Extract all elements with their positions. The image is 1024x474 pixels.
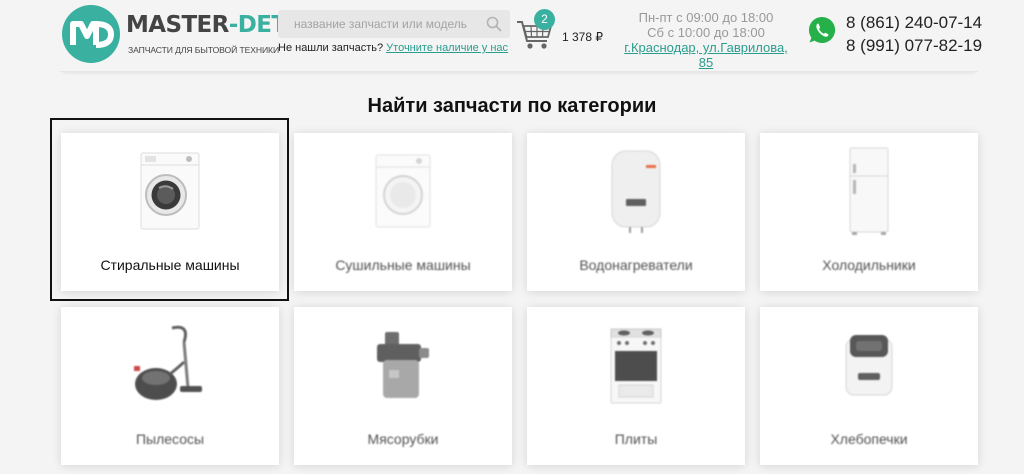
check-availability-link[interactable]: Уточните наличие у нас — [386, 42, 508, 54]
category-label: Холодильники — [822, 257, 916, 273]
cart-count-badge: 2 — [534, 9, 555, 30]
category-card-refrigerators[interactable]: Холодильники — [760, 133, 978, 291]
category-card-meat-grinders[interactable]: Мясорубки — [294, 307, 512, 465]
search-input[interactable] — [278, 10, 478, 38]
bread-maker-icon — [760, 307, 978, 423]
category-label: Мясорубки — [367, 431, 439, 447]
phone-2[interactable]: 8 (991) 077-82-19 — [846, 34, 982, 57]
logo[interactable]: MASTER-DETAL ЗАПЧАСТИ ДЛЯ БЫТОВОЙ ТЕХНИК… — [62, 5, 316, 63]
category-label: Сушильные машины — [335, 257, 471, 273]
address-link[interactable]: г.Краснодар, ул.Гаврилова, 85 — [616, 40, 796, 70]
whatsapp-icon[interactable] — [807, 15, 837, 45]
search-box — [278, 10, 510, 38]
category-label: Хлебопечки — [830, 431, 908, 447]
not-found-text: Не нашли запчасть? — [278, 42, 384, 54]
dryer-icon — [294, 133, 512, 249]
category-card-stoves[interactable]: Плиты — [527, 307, 745, 465]
hours-weekdays: Пн-пт с 09:00 до 18:00 — [638, 10, 774, 25]
hours-saturday: Сб с 10:00 до 18:00 — [647, 25, 765, 40]
cart-button[interactable]: 2 — [516, 9, 556, 52]
washing-machine-icon — [61, 133, 279, 249]
search-icon[interactable] — [486, 16, 502, 32]
page-title: Найти запчасти по категории — [367, 95, 657, 117]
phone-numbers: 8 (861) 240-07-14 8 (991) 077-82-19 — [846, 11, 982, 57]
water-heater-icon — [527, 133, 745, 249]
logo-subtitle: ЗАПЧАСТИ ДЛЯ БЫТОВОЙ ТЕХНИКИ — [128, 45, 280, 55]
meat-grinder-icon — [294, 307, 512, 423]
category-card-bread-makers[interactable]: Хлебопечки — [760, 307, 978, 465]
logo-icon — [62, 5, 120, 63]
cart-total: 1 378 ₽ — [562, 30, 603, 44]
category-card-dryers[interactable]: Сушильные машины — [294, 133, 512, 291]
site-header: MASTER-DETAL ЗАПЧАСТИ ДЛЯ БЫТОВОЙ ТЕХНИК… — [60, 0, 982, 72]
category-label: Плиты — [614, 431, 658, 447]
not-found-note: Не нашли запчасть? Уточните наличие у на… — [278, 42, 508, 54]
category-label: Водонагреватели — [579, 257, 693, 273]
stove-icon — [527, 307, 745, 423]
category-label: Стиральные машины — [100, 257, 240, 273]
category-label: Пылесосы — [135, 431, 205, 447]
vacuum-cleaner-icon — [61, 307, 279, 423]
phone-1[interactable]: 8 (861) 240-07-14 — [846, 11, 982, 34]
working-hours: Пн-пт с 09:00 до 18:00 Сб с 10:00 до 18:… — [616, 10, 796, 70]
category-card-water-heaters[interactable]: Водонагреватели — [527, 133, 745, 291]
logo-name-part1: MASTER — [126, 12, 229, 38]
refrigerator-icon — [760, 133, 978, 249]
category-card-washing-machines[interactable]: Стиральные машины — [61, 133, 279, 291]
category-card-vacuum-cleaners[interactable]: Пылесосы — [61, 307, 279, 465]
